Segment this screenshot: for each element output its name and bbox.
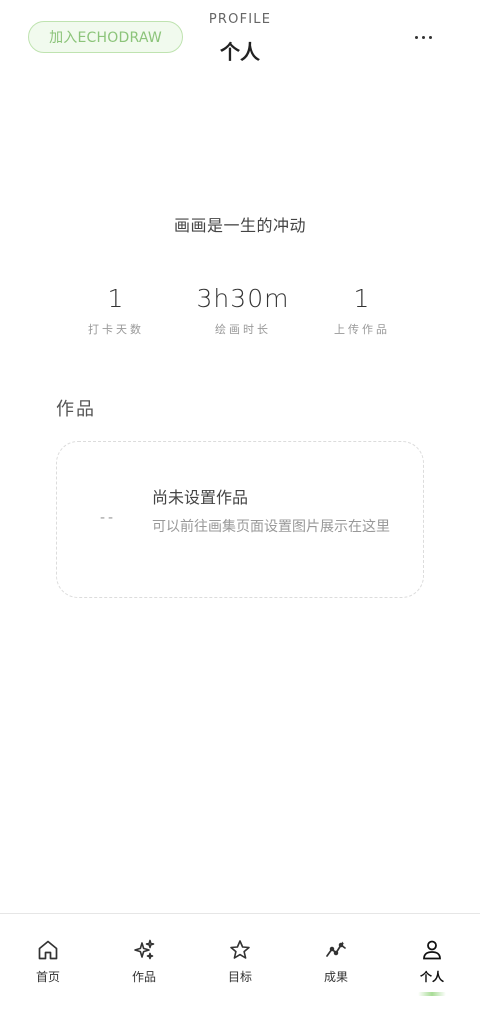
nav-item-achievements[interactable]: 成果 — [288, 914, 384, 1011]
user-icon — [423, 940, 441, 960]
nav-item-home[interactable]: 首页 — [0, 914, 96, 1011]
nav-item-goals[interactable]: 目标 — [192, 914, 288, 1011]
bottom-nav: 首页 作品 目标 成果 个人 — [0, 913, 480, 1011]
stat-label: 上传作品 — [334, 323, 390, 336]
stat-value: 1 — [107, 284, 125, 313]
more-dot — [421, 35, 425, 39]
works-empty-card[interactable]: -- 尚未设置作品 可以前往画集页面设置图片展示在这里 — [56, 441, 424, 598]
stat-label: 打卡天数 — [88, 323, 144, 336]
works-section-title: 作品 — [56, 399, 96, 420]
nav-label: 成果 — [323, 970, 348, 984]
nav-label: 个人 — [419, 970, 444, 984]
works-placeholder: -- — [100, 510, 117, 526]
star-icon — [230, 940, 250, 959]
more-options-button[interactable] — [404, 24, 442, 50]
nav-label: 目标 — [227, 970, 252, 984]
nav-item-profile[interactable]: 个人 — [384, 914, 480, 1011]
more-dot — [414, 35, 418, 39]
more-dot — [428, 35, 432, 39]
stat-checkin-days: 1 打卡天数 — [56, 284, 176, 337]
chart-line-icon — [326, 941, 346, 957]
stat-uploaded-works: 1 上传作品 — [302, 284, 422, 337]
works-empty-title: 尚未设置作品 — [152, 488, 249, 507]
stat-label: 绘画时长 — [215, 323, 271, 336]
stat-drawing-time: 3h30m 绘画时长 — [183, 284, 303, 337]
stat-value: 3h30m — [196, 284, 290, 313]
profile-motto: 画画是一生的冲动 — [173, 216, 306, 235]
active-tab-indicator — [418, 992, 446, 996]
nav-label: 作品 — [131, 970, 156, 984]
stat-value: 1 — [353, 284, 371, 313]
nav-item-works[interactable]: 作品 — [96, 914, 192, 1011]
sparkles-icon — [134, 939, 155, 960]
works-empty-description: 可以前往画集页面设置图片展示在这里 — [152, 519, 390, 535]
nav-label: 首页 — [35, 970, 60, 984]
home-icon — [38, 940, 58, 960]
